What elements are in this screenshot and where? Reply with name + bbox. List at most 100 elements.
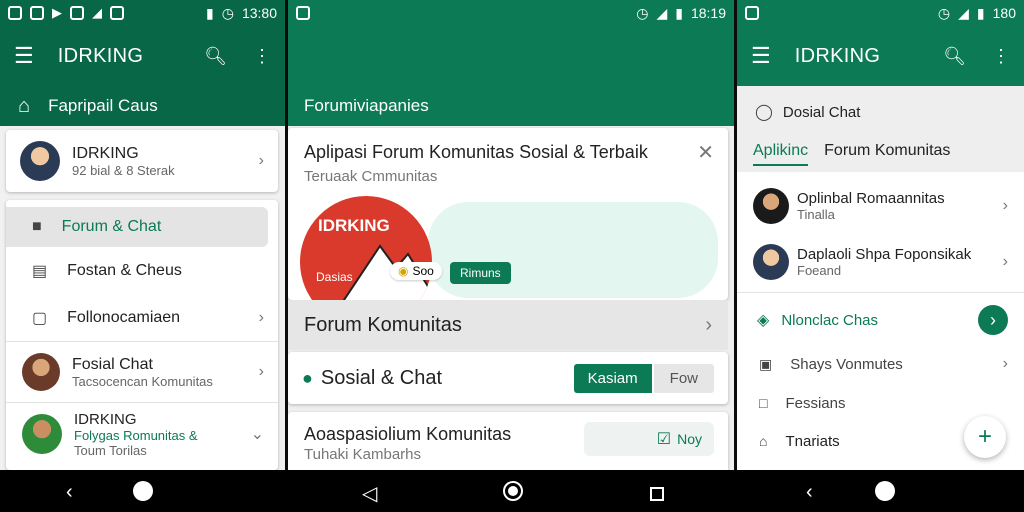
add-fab-button[interactable]: +	[964, 416, 1006, 458]
chat-item-fosial[interactable]: Fosial Chat Tacsocencan Komunitas ›	[6, 342, 278, 402]
section-row[interactable]: ◈ Nlonclac Chas ›	[737, 298, 1024, 342]
header-label: Dosial Chat	[782, 103, 861, 121]
app-title: IDRKING	[57, 44, 144, 67]
noy-label: Noy	[677, 431, 702, 447]
window-icon: ▣	[759, 355, 773, 372]
app-toolbar: ☰ IDRKING 🔍︎ ⋮	[737, 26, 1024, 86]
logo: IDRKING Dasias	[300, 196, 432, 300]
home-button[interactable]	[133, 481, 153, 507]
home-label: Fapripail Caus	[48, 96, 158, 115]
sosial-label: Sosial & Chat	[320, 366, 443, 389]
chevron-down-icon: ⌄	[250, 426, 264, 443]
more-icon[interactable]: ⋮	[992, 46, 1010, 67]
chat-title: Fosial Chat	[72, 355, 153, 373]
chevron-right-icon: ›	[258, 152, 264, 169]
wifi-icon: ◢	[958, 4, 969, 21]
recents-button[interactable]	[650, 484, 664, 507]
menu-item-follonocamiaen[interactable]: ▢ Follonocamiaen ›	[6, 295, 278, 341]
contact-subtitle: Foeand	[797, 263, 842, 278]
menu-icon[interactable]: ☰	[751, 43, 771, 69]
avatar	[753, 244, 789, 280]
app-card: Aplipasi Forum Komunitas Sosial & Terbai…	[288, 128, 728, 300]
wifi-icon: ◢	[656, 4, 668, 21]
header-label: Forumiviapanies	[304, 96, 429, 115]
logo-text: IDRKING	[318, 216, 390, 235]
link-item[interactable]: ▣ Shays Vonmutes ›	[737, 344, 1024, 384]
chat-bubble-icon: ●	[302, 367, 313, 388]
status-app-icon	[296, 6, 310, 20]
fow-button[interactable]: Fow	[653, 363, 714, 393]
noy-button[interactable]: ☑ Noy	[584, 422, 714, 456]
pin-icon: ◉	[398, 264, 409, 278]
menu-item-forum-chat[interactable]: ■ Forum & Chat	[6, 207, 268, 247]
tab-forum-komunitas[interactable]: Forum Komunitas	[824, 142, 950, 166]
menu-item-fostan[interactable]: ▤ Fostan & Cheus	[6, 247, 278, 295]
chevron-right-icon: ›	[1002, 197, 1008, 214]
profile-card[interactable]: IDRKING 92 bial & 8 Sterak ›	[6, 130, 278, 192]
card-subtitle: Teruaak Cmmunitas	[304, 168, 438, 185]
community-card[interactable]: Aoaspasiolium Komunitas Tuhaki Kambarhs …	[288, 412, 728, 470]
profile-name: IDRKING	[72, 144, 139, 162]
screen-right: ◷ ◢ ▮ 180 ☰ IDRKING 🔍︎ ⋮ ◯ Dosial Chat A…	[737, 0, 1024, 470]
system-nav-bar: ‹ ◁ ‹	[0, 470, 1024, 512]
kasiam-button[interactable]: Kasiam	[573, 363, 652, 393]
chat-icon: ▢	[32, 310, 48, 327]
avatar	[22, 414, 62, 454]
mail-icon	[30, 6, 44, 20]
link-label: Tnariats	[785, 432, 840, 450]
menu-item-label: Fostan & Cheus	[67, 262, 182, 279]
chevron-right-icon: ›	[1002, 253, 1008, 270]
back-icon[interactable]: ◁	[362, 481, 377, 506]
status-bar: ◷ ◢ ▮ 18:19	[288, 0, 734, 26]
app-title: IDRKING	[794, 44, 881, 67]
list-icon: ▤	[32, 263, 48, 280]
menu-icon[interactable]: ☰	[14, 43, 34, 69]
home-button[interactable]	[503, 481, 523, 507]
alarm-icon: ◷	[636, 4, 649, 21]
sosial-chat-row: ● Sosial & Chat Kasiam Fow	[288, 352, 728, 404]
home-button[interactable]	[875, 481, 895, 507]
home-bar[interactable]: ⌂ Fapripail Caus	[0, 86, 285, 126]
back-icon[interactable]: ‹	[66, 481, 73, 504]
alarm-icon: ◷	[221, 4, 234, 21]
chevron-right-icon[interactable]: ›	[978, 305, 1008, 335]
battery-icon: ▮	[976, 4, 985, 21]
cast-icon	[110, 6, 124, 20]
forum-row[interactable]: Forum Komunitas ›	[288, 300, 728, 350]
app-toolbar: ☰ IDRKING 🔍︎ ⋮	[0, 26, 285, 86]
screen-left: ▶ ◢ ▮ ◷ 13:80 ☰ IDRKING 🔍︎ ⋮ ⌂ Fapripail…	[0, 0, 285, 470]
tag-icon: ⌂	[759, 433, 768, 449]
avatar	[753, 188, 789, 224]
header-title-row: ◯ Dosial Chat	[755, 102, 860, 122]
close-icon[interactable]: ✕	[697, 140, 714, 165]
back-icon[interactable]: ‹	[806, 481, 813, 504]
screen-middle: ◷ ◢ ▮ 18:19 Forumiviapanies Aplipasi For…	[288, 0, 734, 470]
status-bar: ◷ ◢ ▮ 180	[737, 0, 1024, 26]
link-label: Shays Vonmutes	[790, 355, 903, 373]
image-icon	[70, 6, 84, 20]
badge-rimuns[interactable]: Rimuns	[450, 262, 511, 284]
tab-bar: Aplikinc Forum Komunitas	[753, 142, 950, 166]
contact-title: Daplaoli Shpa Foponsikak	[797, 246, 972, 263]
search-icon[interactable]: 🔍︎	[204, 46, 227, 67]
contact-item[interactable]: Daplaoli Shpa Foponsikak Foeand ›	[737, 234, 1024, 290]
card-title: Aplipasi Forum Komunitas Sosial & Terbai…	[304, 142, 648, 162]
message-icon: □	[759, 395, 768, 411]
tab-aplikinc[interactable]: Aplikinc	[753, 142, 809, 166]
contact-item[interactable]: Oplinbal Romaannitas Tinalla ›	[737, 178, 1024, 234]
chevron-right-icon: ›	[258, 309, 264, 326]
arrow-icon: ▶	[52, 5, 62, 20]
screens: ▶ ◢ ▮ ◷ 13:80 ☰ IDRKING 🔍︎ ⋮ ⌂ Fapripail…	[0, 0, 1024, 470]
status-bar: ▶ ◢ ▮ ◷ 13:80	[0, 0, 285, 26]
logo-subtext: Dasias	[316, 270, 353, 284]
menu-card: ■ Forum & Chat ▤ Fostan & Cheus ▢ Follon…	[6, 200, 278, 470]
status-time: 13:80	[241, 5, 277, 21]
contact-subtitle: Tinalla	[797, 207, 835, 222]
chat-item-idrking[interactable]: IDRKING Folygas Romunitas & Toum Torilas…	[6, 403, 278, 465]
menu-item-label: Follonocamiaen	[67, 309, 181, 326]
search-icon[interactable]: 🔍︎	[943, 46, 966, 67]
more-icon[interactable]: ⋮	[253, 46, 271, 67]
edit-icon: ☑	[656, 431, 672, 448]
profile-subtitle: 92 bial & 8 Sterak	[72, 162, 175, 178]
chat-bubble-icon: ◯	[755, 104, 773, 121]
